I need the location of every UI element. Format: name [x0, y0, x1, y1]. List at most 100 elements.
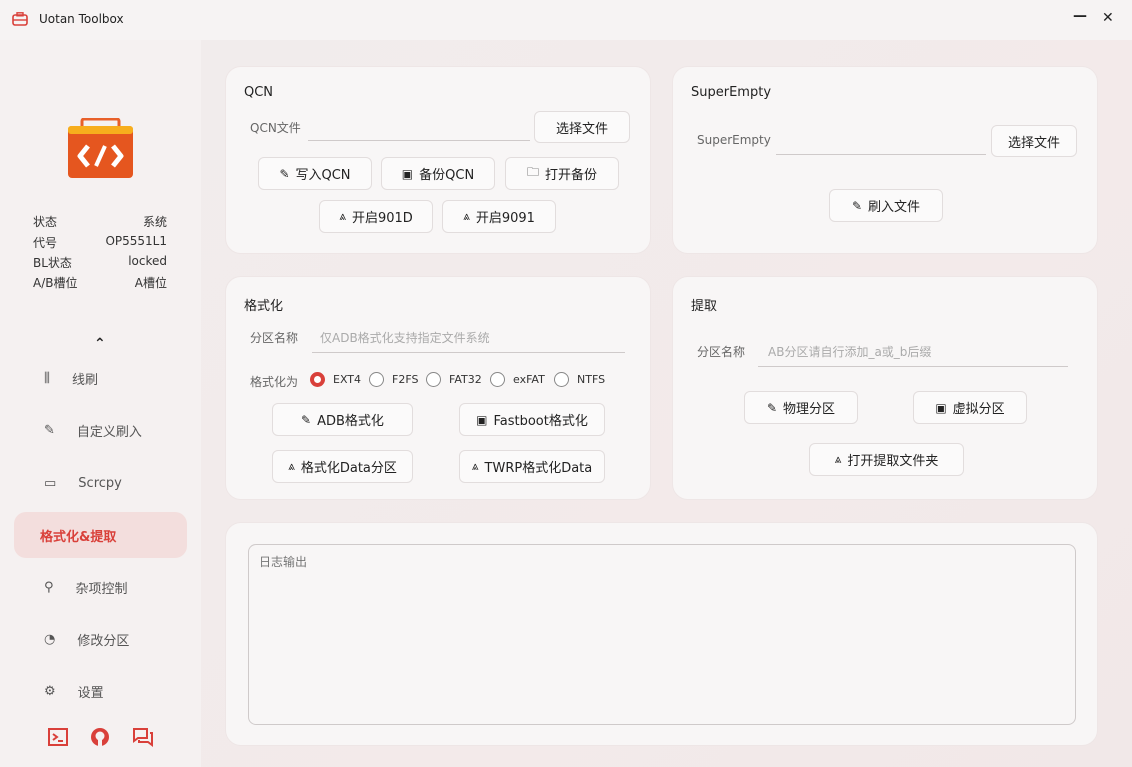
tools-icon: ⚲ — [44, 579, 54, 595]
radio-f2fs[interactable]: F2FS — [369, 372, 418, 387]
wand-icon: ✎ — [279, 166, 290, 181]
info-status: 状态 系统 — [33, 213, 167, 230]
title-bar: Uotan Toolbox — ✕ — [0, 0, 1132, 40]
nav-label: 线刷 — [71, 372, 98, 388]
wand-icon: ✎ — [301, 412, 312, 427]
github-icon[interactable] — [90, 727, 110, 747]
radio-circle — [369, 372, 384, 387]
radio-fat32[interactable]: FAT32 — [426, 372, 482, 387]
superempty-file-label: SuperEmpty — [697, 133, 771, 147]
fastboot-format-button[interactable]: ▣ Fastboot格式化 — [459, 403, 605, 436]
info-key: 代号 — [33, 236, 58, 250]
format-partition-input[interactable]: 仅ADB格式化支持指定文件系统 — [312, 329, 625, 353]
nav-label: 修改分区 — [77, 633, 130, 649]
nav-item-scrcpy[interactable]: ▭ Scrcpy — [14, 460, 187, 506]
nav-item-misc[interactable]: ⚲ 杂项控制 — [14, 564, 187, 610]
format-fs-label: 格式化为 — [250, 375, 299, 389]
info-key: A/B槽位 — [33, 276, 78, 290]
compass-icon: ⩓ — [834, 452, 842, 466]
radio-label: NTFS — [577, 373, 606, 386]
terminal-icon[interactable] — [48, 728, 68, 746]
qcn-card: QCN QCN文件 选择文件 ✎ 写入QCN ▣ 备份QCN 🗀 打开备份 ⩓ 开启90… — [225, 66, 651, 254]
enable-901d-button[interactable]: ⩓ 开启901D — [319, 200, 433, 233]
save-icon: ▣ — [476, 412, 488, 427]
radio-ntfs[interactable]: NTFS — [554, 372, 605, 387]
button-label: 物理分区 — [783, 402, 836, 417]
info-value: OP5551L1 — [105, 234, 167, 248]
pie-icon: ◔ — [44, 631, 56, 647]
physical-partition-button[interactable]: ✎ 物理分区 — [744, 391, 858, 424]
button-label: 开启901D — [351, 211, 413, 226]
toolbox-icon — [12, 12, 28, 26]
format-partition-label: 分区名称 — [250, 331, 299, 345]
button-label: 选择文件 — [555, 121, 608, 137]
enable-9091-button[interactable]: ⩓ 开启9091 — [442, 200, 556, 233]
open-backup-button[interactable]: 🗀 打开备份 — [505, 157, 619, 190]
button-label: 开启9091 — [475, 211, 535, 226]
qcn-file-input[interactable] — [308, 119, 530, 141]
devices-icon: ▭ — [44, 475, 57, 491]
button-label: TWRP格式化Data — [484, 461, 593, 476]
backup-qcn-button[interactable]: ▣ 备份QCN — [381, 157, 495, 190]
chat-icon[interactable] — [132, 727, 154, 747]
wand-icon: ✎ — [44, 422, 55, 438]
compass-icon: ⩓ — [288, 459, 295, 473]
nav-item-partition[interactable]: ◔ 修改分区 — [14, 616, 187, 662]
button-label: 写入QCN — [295, 168, 351, 183]
qcn-file-label: QCN文件 — [250, 121, 301, 135]
button-label: 虚拟分区 — [952, 402, 1005, 417]
button-label: 打开提取文件夹 — [847, 454, 939, 469]
button-label: 备份QCN — [419, 168, 475, 183]
radio-label: FAT32 — [449, 373, 482, 386]
nav-label: 杂项控制 — [75, 581, 128, 597]
format-data-button[interactable]: ⩓ 格式化Data分区 — [272, 450, 413, 483]
log-output[interactable] — [248, 544, 1076, 725]
nav-item-custom-flash[interactable]: ✎ 自定义刷入 — [14, 407, 187, 453]
card-title: QCN — [244, 85, 274, 100]
write-qcn-button[interactable]: ✎ 写入QCN — [258, 157, 372, 190]
radio-label: F2FS — [392, 373, 419, 386]
radio-circle — [426, 372, 441, 387]
button-label: 刷入文件 — [868, 200, 921, 215]
extract-partition-input[interactable]: AB分区请自行添加_a或_b后缀 — [758, 343, 1068, 367]
info-value: 系统 — [142, 215, 167, 229]
button-label: ADB格式化 — [317, 414, 384, 429]
superempty-file-input[interactable] — [776, 133, 986, 155]
nav-item-format-extract[interactable]: 格式化&提取 — [14, 512, 187, 558]
qcn-choose-file-button[interactable]: 选择文件 — [534, 111, 630, 143]
open-extract-folder-button[interactable]: ⩓ 打开提取文件夹 — [809, 443, 964, 476]
wand-icon: ✎ — [766, 400, 778, 415]
format-card: 格式化 分区名称 仅ADB格式化支持指定文件系统 格式化为 EXT4 F2FS … — [225, 276, 651, 500]
adb-format-button[interactable]: ✎ ADB格式化 — [272, 403, 413, 436]
save-icon: ▣ — [401, 166, 414, 181]
radio-ext4[interactable]: EXT4 — [310, 372, 361, 387]
button-label: 打开备份 — [545, 168, 598, 183]
nav-label: 设置 — [77, 685, 104, 701]
flash-icon: ⫼ — [44, 370, 50, 386]
nav-item-flash[interactable]: ⫼ 线刷 — [14, 355, 187, 401]
card-title: 提取 — [691, 299, 718, 314]
compass-icon: ⩓ — [471, 459, 479, 473]
close-button[interactable]: ✕ — [1102, 10, 1114, 26]
virtual-partition-button[interactable]: ▣ 虚拟分区 — [913, 391, 1027, 424]
info-value: locked — [128, 254, 167, 268]
nav-item-settings[interactable]: ⚙ 设置 — [14, 668, 187, 714]
collapse-chevron-up-icon[interactable]: ⌃ — [94, 336, 106, 352]
save-icon: ▣ — [935, 400, 947, 415]
card-title: 格式化 — [244, 299, 284, 314]
superempty-choose-file-button[interactable]: 选择文件 — [991, 125, 1077, 157]
card-title: SuperEmpty — [691, 85, 772, 100]
extract-partition-label: 分区名称 — [697, 345, 746, 359]
minimize-button[interactable]: — — [1073, 8, 1087, 24]
gear-icon: ⚙ — [44, 683, 56, 699]
radio-exfat[interactable]: exFAT — [490, 372, 545, 387]
info-codename: 代号 OP5551L1 — [33, 234, 167, 251]
radio-circle — [490, 372, 505, 387]
button-label: 格式化Data分区 — [300, 461, 397, 476]
twrp-format-data-button[interactable]: ⩓ TWRP格式化Data — [459, 450, 605, 483]
wand-icon: ✎ — [851, 198, 863, 213]
flash-file-button[interactable]: ✎ 刷入文件 — [829, 189, 943, 222]
nav-label: 格式化&提取 — [40, 529, 117, 545]
nav-label: Scrcpy — [78, 475, 122, 491]
extract-card: 提取 分区名称 AB分区请自行添加_a或_b后缀 ✎ 物理分区 ▣ 虚拟分区 ⩓ 打开… — [672, 276, 1098, 500]
